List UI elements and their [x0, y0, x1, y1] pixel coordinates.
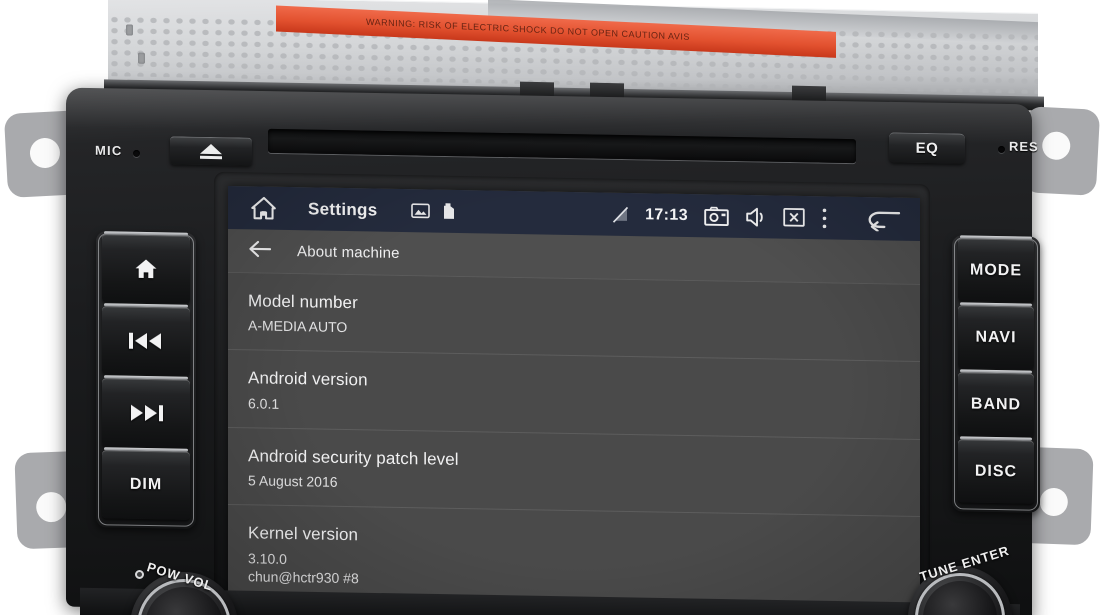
reset-pinhole[interactable]	[998, 146, 1005, 153]
usb-storage-icon[interactable]	[442, 202, 456, 220]
screenshot-camera-icon[interactable]	[704, 206, 729, 226]
previous-track-icon	[129, 332, 161, 350]
car-head-unit-photo: WARNING: RISK OF ELECTRIC SHOCK DO NOT O…	[0, 0, 1100, 615]
eq-button-label: EQ	[915, 139, 939, 158]
left-button-column: DIM	[96, 231, 196, 529]
eq-button[interactable]: EQ	[889, 132, 965, 164]
eject-icon	[200, 143, 222, 154]
eject-button[interactable]	[170, 136, 252, 166]
mic-label: MIC	[95, 142, 123, 159]
statusbar-title: Settings	[308, 198, 378, 220]
navi-button[interactable]: NAVI	[958, 305, 1034, 370]
res-label: RES	[1009, 138, 1039, 155]
band-button[interactable]: BAND	[958, 372, 1034, 437]
sd-card-icon[interactable]	[411, 202, 431, 219]
overflow-menu-icon[interactable]	[821, 207, 828, 229]
about-machine-list: Model number A-MEDIA AUTO Android versio…	[228, 272, 920, 613]
band-button-label: BAND	[970, 395, 1022, 413]
home-icon	[251, 196, 276, 220]
list-item[interactable]: Android security patch level 5 August 20…	[228, 427, 920, 518]
dim-button[interactable]: DIM	[102, 450, 190, 520]
signal-off-icon	[612, 205, 629, 223]
list-item[interactable]: Model number A-MEDIA AUTO	[228, 272, 920, 363]
home-button[interactable]	[102, 234, 190, 304]
chassis-screw	[138, 52, 145, 64]
previous-track-button[interactable]	[102, 306, 190, 376]
mode-button[interactable]: MODE	[958, 238, 1034, 303]
action-bar-title: About machine	[297, 243, 400, 262]
next-track-icon	[131, 404, 163, 422]
power-indicator-dot	[135, 570, 144, 579]
dim-button-label: DIM	[129, 475, 163, 494]
chassis-screw	[126, 24, 133, 36]
screen-off-icon[interactable]	[783, 207, 805, 227]
disc-button-label: DISC	[974, 462, 1018, 480]
eject-icon-bar	[200, 155, 222, 160]
lcd-touchscreen[interactable]: Settings 17:13 About machine Model numbe…	[228, 185, 920, 615]
next-track-button[interactable]	[102, 378, 190, 448]
bracket-hole	[1039, 487, 1069, 517]
statusbar-clock: 17:13	[645, 205, 688, 224]
volume-icon[interactable]	[745, 206, 767, 227]
back-arrow-icon[interactable]	[866, 207, 902, 232]
disc-button[interactable]: DISC	[958, 439, 1034, 504]
mode-button-label: MODE	[970, 261, 1022, 279]
right-button-column: MODE NAVI BAND DISC	[952, 235, 1040, 513]
action-bar-back-button[interactable]	[248, 239, 272, 263]
bracket-hole	[29, 137, 61, 169]
home-icon	[135, 259, 157, 279]
statusbar-home-button[interactable]	[250, 195, 278, 221]
list-item[interactable]: Android version 6.0.1	[228, 350, 920, 440]
bracket-hole	[35, 491, 67, 523]
mic-hole	[133, 150, 140, 157]
navi-button-label: NAVI	[975, 328, 1017, 346]
bracket-hole	[1041, 131, 1071, 161]
